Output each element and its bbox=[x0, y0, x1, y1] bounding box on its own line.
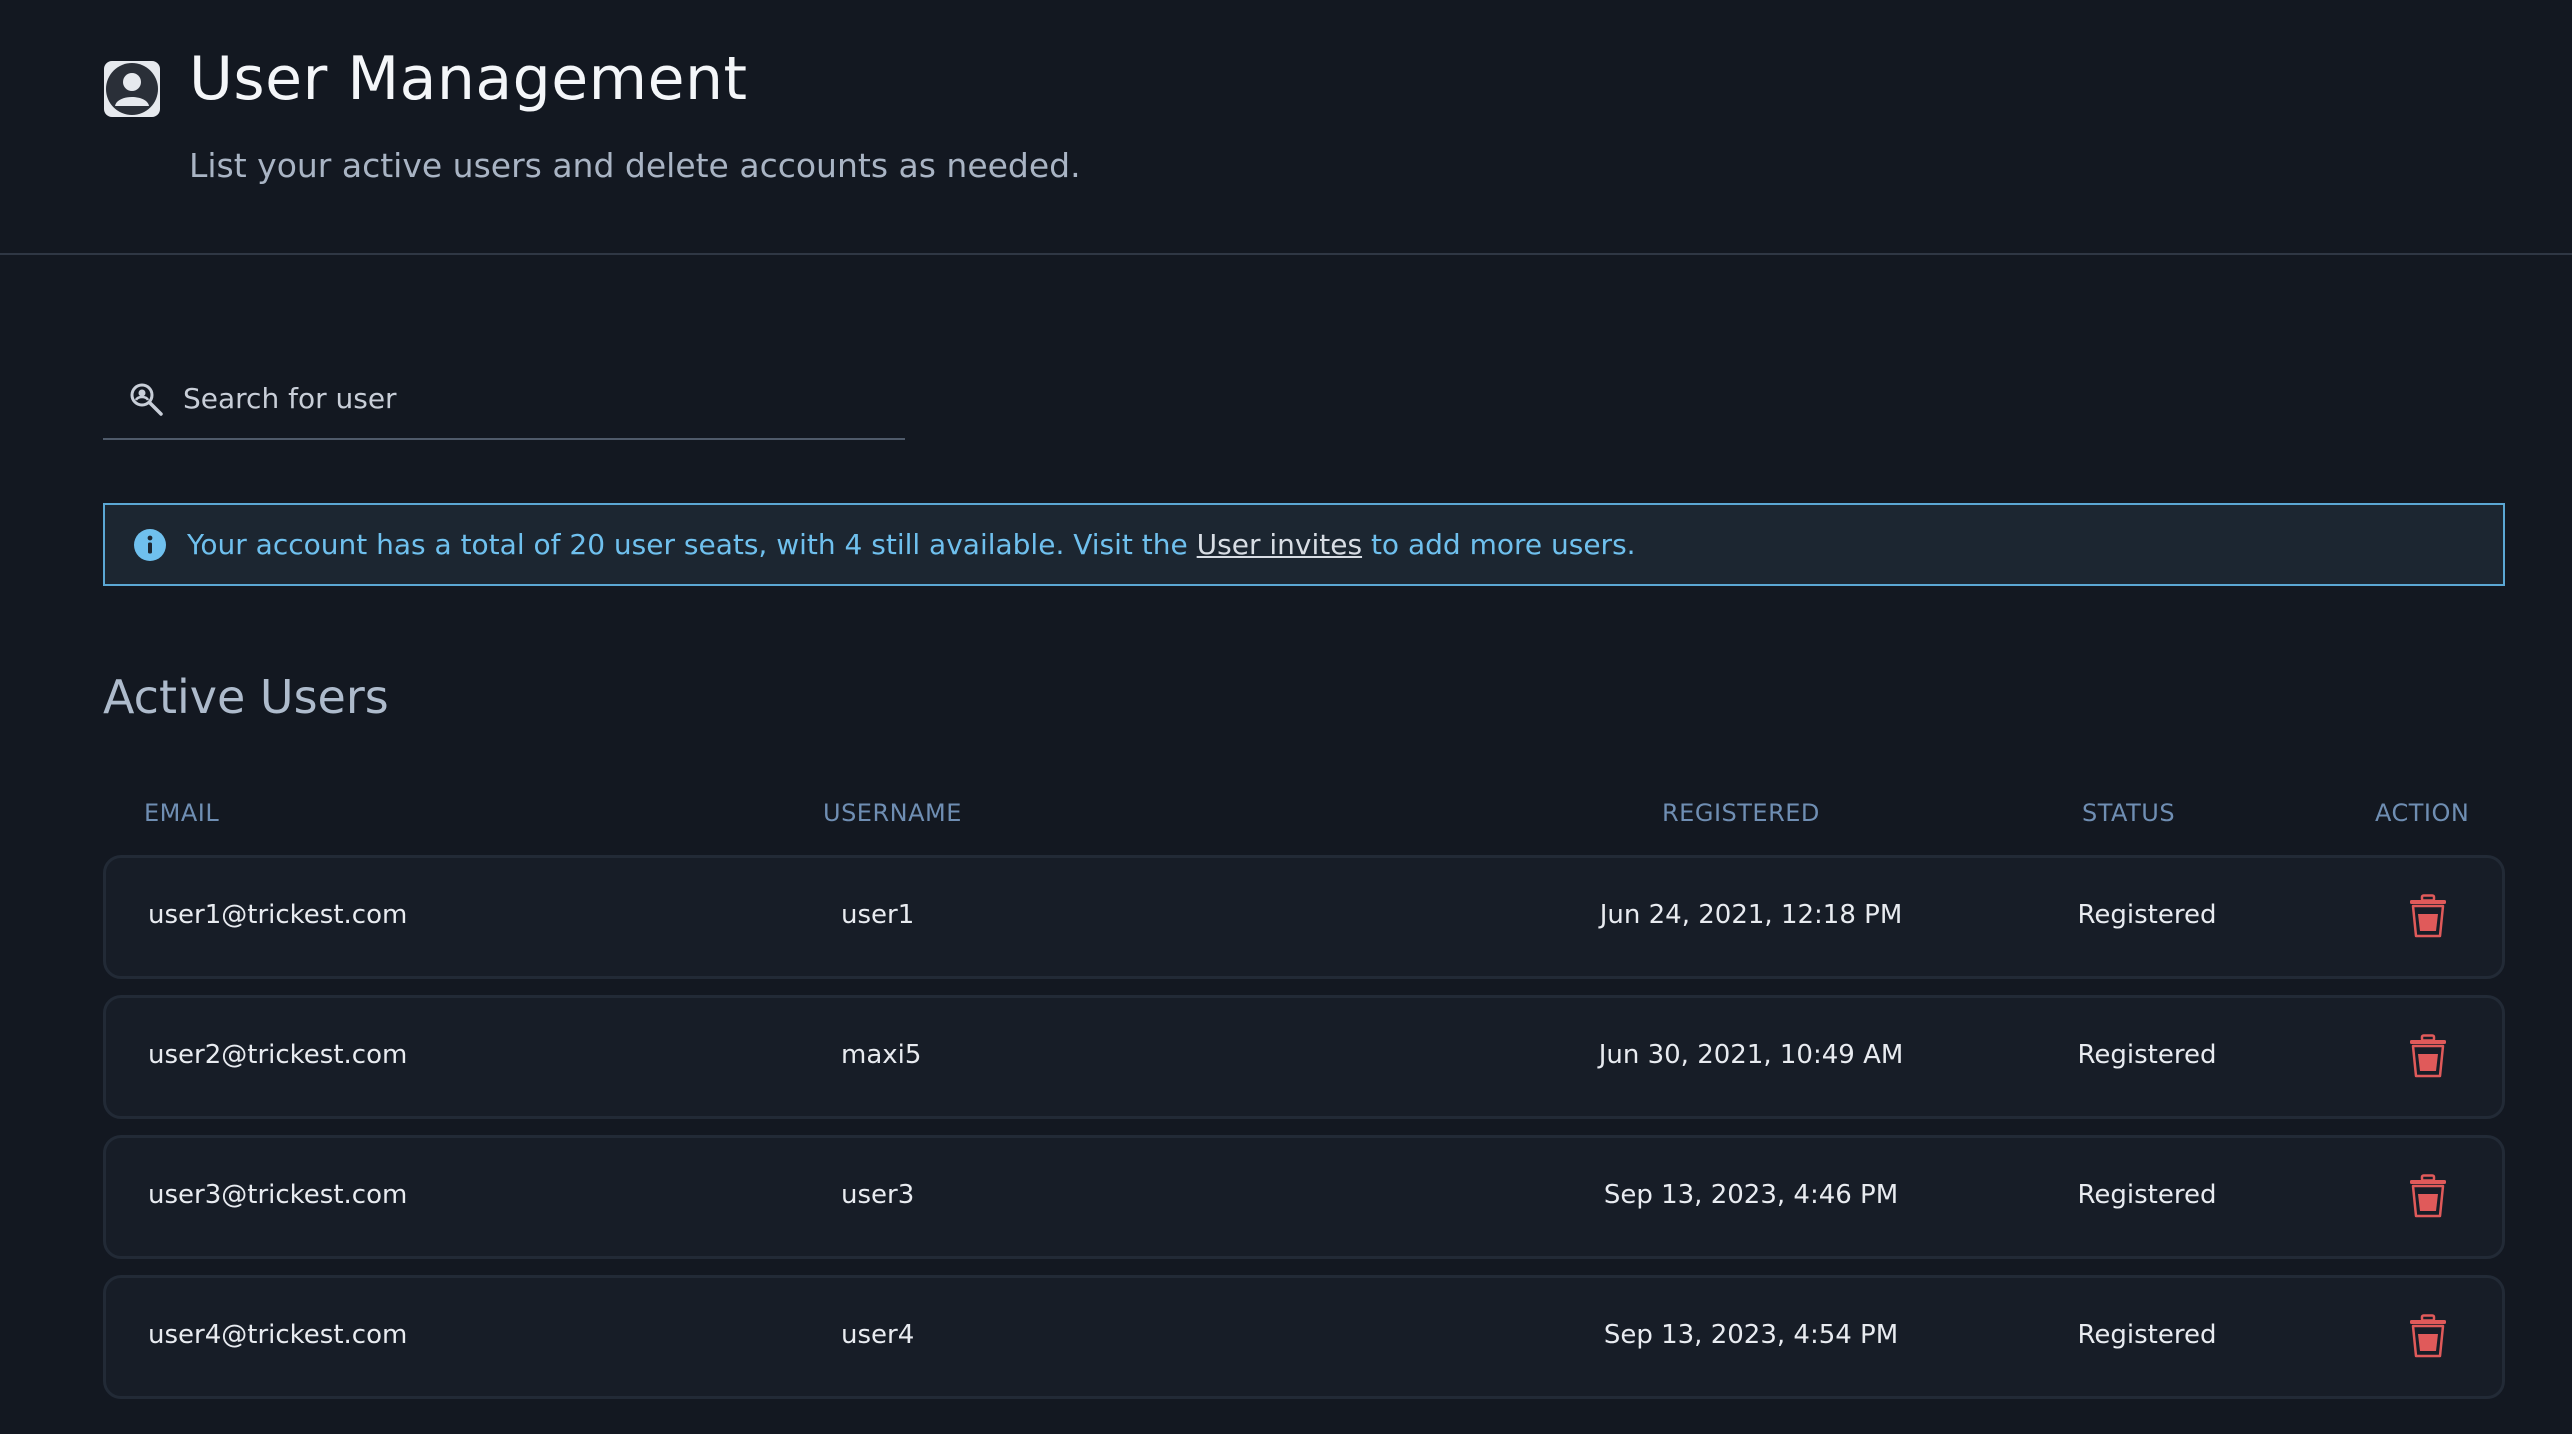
page-header: User Management List your active users a… bbox=[0, 0, 2572, 255]
row-status: Registered bbox=[2077, 1040, 2217, 1070]
table-header: EMAIL USERNAME REGISTERED STATUS ACTION bbox=[103, 795, 2505, 835]
row-registered: Jun 24, 2021, 12:18 PM bbox=[1599, 900, 1903, 930]
section-title: Active Users bbox=[103, 670, 389, 724]
column-header-status: STATUS bbox=[2082, 799, 2176, 827]
column-header-registered: REGISTERED bbox=[1662, 799, 1820, 827]
delete-user-icon[interactable] bbox=[2408, 1314, 2448, 1358]
delete-user-icon[interactable] bbox=[2408, 894, 2448, 938]
page-subtitle: List your active users and delete accoun… bbox=[189, 146, 1081, 185]
row-status: Registered bbox=[2077, 1180, 2217, 1210]
table-row: user1@trickest.com user1 Jun 24, 2021, 1… bbox=[103, 855, 2505, 979]
row-email: user4@trickest.com bbox=[148, 1320, 408, 1350]
column-header-action: ACTION bbox=[2375, 799, 2470, 827]
row-email: user3@trickest.com bbox=[148, 1180, 408, 1210]
row-status: Registered bbox=[2077, 900, 2217, 930]
user-avatar-icon bbox=[104, 61, 160, 117]
search-input[interactable] bbox=[183, 373, 883, 423]
delete-user-icon[interactable] bbox=[2408, 1174, 2448, 1218]
row-username: user3 bbox=[841, 1180, 915, 1210]
row-registered: Jun 30, 2021, 10:49 AM bbox=[1598, 1040, 1904, 1070]
banner-text: Your account has a total of 20 user seat… bbox=[187, 528, 1636, 561]
page-title: User Management bbox=[189, 44, 748, 114]
seats-info-banner: Your account has a total of 20 user seat… bbox=[103, 503, 2505, 586]
column-header-email: EMAIL bbox=[144, 799, 220, 827]
user-invites-link[interactable]: User invites bbox=[1197, 528, 1362, 561]
banner-text-before: Your account has a total of 20 user seat… bbox=[187, 528, 1197, 561]
delete-user-icon[interactable] bbox=[2408, 1034, 2448, 1078]
search-icon bbox=[130, 383, 163, 416]
table-row: user4@trickest.com user4 Sep 13, 2023, 4… bbox=[103, 1275, 2505, 1399]
column-header-username: USERNAME bbox=[823, 799, 962, 827]
row-email: user2@trickest.com bbox=[148, 1040, 408, 1070]
info-icon bbox=[134, 528, 166, 561]
row-registered: Sep 13, 2023, 4:46 PM bbox=[1603, 1180, 1899, 1210]
table-row: user2@trickest.com maxi5 Jun 30, 2021, 1… bbox=[103, 995, 2505, 1119]
row-status: Registered bbox=[2077, 1320, 2217, 1350]
row-username: user4 bbox=[841, 1320, 915, 1350]
row-username: maxi5 bbox=[841, 1040, 922, 1070]
row-email: user1@trickest.com bbox=[148, 900, 408, 930]
row-username: user1 bbox=[841, 900, 915, 930]
search-field[interactable] bbox=[103, 365, 905, 440]
table-row: user3@trickest.com user3 Sep 13, 2023, 4… bbox=[103, 1135, 2505, 1259]
banner-text-after: to add more users. bbox=[1362, 528, 1636, 561]
row-registered: Sep 13, 2023, 4:54 PM bbox=[1603, 1320, 1899, 1350]
